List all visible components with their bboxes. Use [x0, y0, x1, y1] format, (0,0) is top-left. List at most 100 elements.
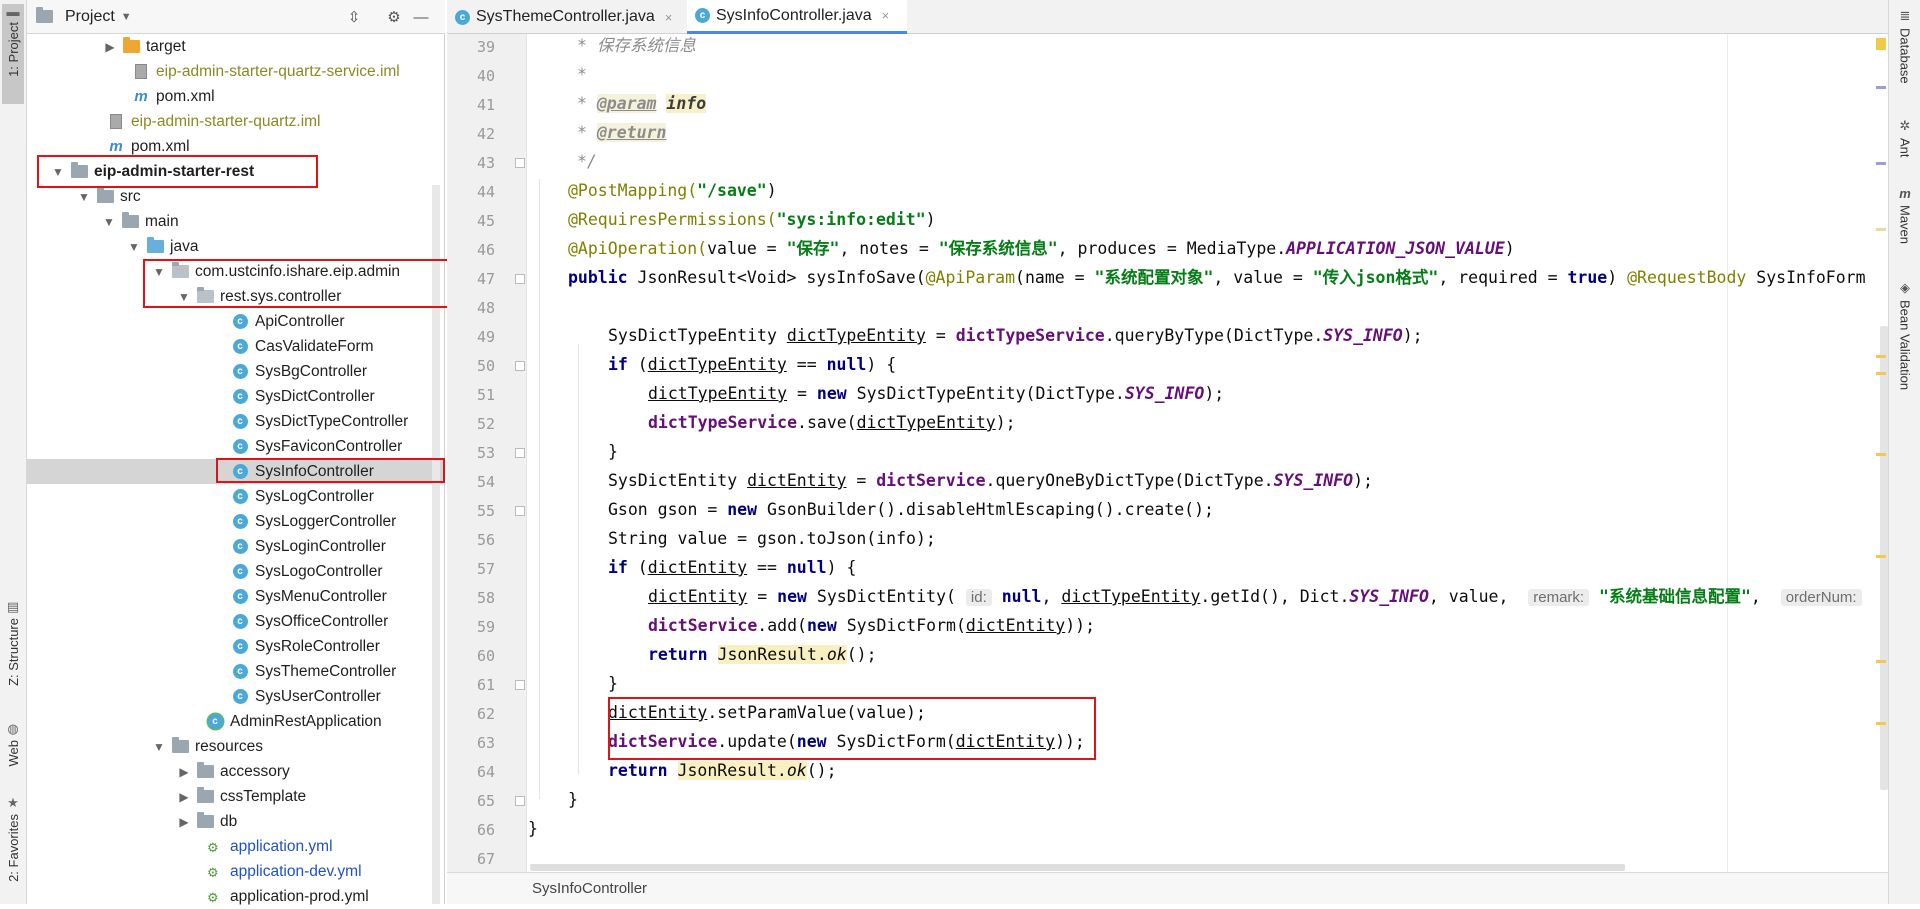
parameter-hint: orderNum:: [1780, 589, 1862, 606]
chevron-right-icon[interactable]: ▶: [102, 40, 118, 54]
code-editor[interactable]: 39 40 41 42 43 44 45 46 47 48 49 50 51 5…: [447, 34, 1888, 872]
collapse-all-icon[interactable]: ⇳: [345, 8, 363, 26]
code-line: return JsonResult.ok();: [608, 761, 837, 780]
tree-item-class[interactable]: c SysMenuController: [27, 584, 445, 609]
project-folder-icon: [35, 7, 53, 25]
tree-item-class[interactable]: c SysRoleController: [27, 634, 445, 659]
chevron-right-icon[interactable]: ▶: [176, 815, 192, 829]
tree-item-class[interactable]: c SysLogoController: [27, 559, 445, 584]
tree-item-quartz-iml[interactable]: eip-admin-starter-quartz.iml: [27, 109, 445, 134]
chevron-down-icon[interactable]: ▼: [126, 240, 142, 254]
tree-item-folder[interactable]: ▶ cssTemplate: [27, 784, 445, 809]
tree-scrollbar[interactable]: [432, 185, 440, 904]
tab-sys-theme-controller[interactable]: c SysThemeController.java ×: [447, 0, 685, 34]
fold-marker[interactable]: [515, 158, 525, 168]
chevron-down-icon[interactable]: ▼: [176, 290, 192, 304]
line-number: 63: [476, 734, 495, 752]
tree-item-folder[interactable]: ▶ db: [27, 809, 445, 834]
tree-item-class[interactable]: c SysLoginController: [27, 534, 445, 559]
error-stripe-mark[interactable]: [1876, 86, 1886, 89]
package-icon: [171, 262, 189, 280]
error-stripe-mark[interactable]: [1876, 722, 1886, 725]
error-stripe-mark[interactable]: [1876, 453, 1886, 456]
tree-item-java[interactable]: ▼ java: [27, 234, 445, 259]
tree-item-class[interactable]: c ApiController: [27, 309, 445, 334]
tree-item-quartz-service-iml[interactable]: eip-admin-starter-quartz-service.iml: [27, 59, 445, 84]
chevron-right-icon[interactable]: ▶: [176, 765, 192, 779]
tree-item-yml[interactable]: ⚙ application.yml: [27, 834, 445, 859]
editor-vertical-scrollbar[interactable]: [1880, 326, 1888, 790]
editor-horizontal-scrollbar[interactable]: [530, 864, 1625, 871]
fold-marker[interactable]: [515, 361, 525, 371]
left-tool-strip: ▬ 1: Project ▤ Z: Structure ◍ Web ★ 2: F…: [0, 0, 27, 904]
tree-item-main[interactable]: ▼ main: [27, 209, 445, 234]
line-number: 44: [476, 183, 495, 201]
right-tool-strip: ≣ Database ✲ Ant m Maven ◈ Bean Validati…: [1888, 0, 1920, 904]
error-stripe-mark[interactable]: [1876, 228, 1886, 231]
chevron-down-icon[interactable]: ▼: [121, 11, 132, 23]
chevron-down-icon[interactable]: ▼: [151, 740, 167, 754]
chevron-down-icon[interactable]: ▼: [151, 265, 167, 279]
tab-database-tool[interactable]: ≣ Database: [1893, 8, 1917, 84]
tree-item-target[interactable]: ▶ target: [27, 34, 445, 59]
tree-item-class[interactable]: c SysThemeController: [27, 659, 445, 684]
fold-marker[interactable]: [515, 796, 525, 806]
error-stripe-mark[interactable]: [1876, 660, 1886, 663]
error-stripe-mark[interactable]: [1876, 162, 1886, 165]
line-number: 57: [476, 560, 495, 578]
tree-item-class[interactable]: c SysDictController: [27, 384, 445, 409]
tree-item-yml[interactable]: ⚙ application-dev.yml: [27, 859, 445, 884]
source-folder-icon: [146, 237, 164, 255]
tree-item-pom-xml[interactable]: m pom.xml: [27, 134, 445, 159]
tab-bean-validation-tool[interactable]: ◈ Bean Validation: [1893, 280, 1917, 390]
tab-ant-tool[interactable]: ✲ Ant: [1893, 118, 1917, 158]
fold-marker[interactable]: [515, 448, 525, 458]
tree-item-starter-rest[interactable]: ▼ eip-admin-starter-rest: [27, 159, 445, 184]
close-icon[interactable]: ×: [882, 8, 890, 23]
project-view-selector[interactable]: Project: [65, 8, 115, 26]
fold-marker[interactable]: [515, 274, 525, 284]
hide-panel-icon[interactable]: —: [412, 8, 430, 26]
tab-structure-tool[interactable]: ▤ Z: Structure: [2, 599, 24, 700]
tree-item-class[interactable]: c SysBgController: [27, 359, 445, 384]
chevron-down-icon[interactable]: ▼: [101, 215, 117, 229]
fold-marker[interactable]: [515, 680, 525, 690]
tab-favorites-tool[interactable]: ★ 2: Favorites: [2, 795, 24, 900]
error-stripe-mark[interactable]: [1876, 555, 1886, 558]
breadcrumb[interactable]: SysInfoController: [532, 880, 647, 897]
close-icon[interactable]: ×: [665, 10, 673, 25]
tree-item-src[interactable]: ▼ src: [27, 184, 445, 209]
error-stripe-mark[interactable]: [1876, 355, 1886, 358]
warning-marker[interactable]: [1876, 38, 1886, 50]
tree-item-class[interactable]: c SysUserController: [27, 684, 445, 709]
tree-item-class[interactable]: c SysLoggerController: [27, 509, 445, 534]
line-number: 52: [476, 415, 495, 433]
tree-item-class[interactable]: c SysOfficeController: [27, 609, 445, 634]
gear-icon[interactable]: ⚙: [385, 8, 403, 26]
tree-item-package-controller[interactable]: ▼ rest.sys.controller: [27, 284, 445, 309]
tab-sys-info-controller[interactable]: c SysInfoController.java ×: [687, 0, 907, 34]
tree-item-app-class[interactable]: c AdminRestApplication: [27, 709, 445, 734]
tree-item-class[interactable]: c SysFaviconController: [27, 434, 445, 459]
tab-web-tool[interactable]: ◍ Web: [2, 721, 24, 782]
chevron-right-icon[interactable]: ▶: [176, 790, 192, 804]
tab-maven-tool[interactable]: m Maven: [1893, 186, 1917, 244]
parameter-hint: id:: [965, 589, 992, 606]
tree-item-yml[interactable]: ⚙ application-prod.yml: [27, 884, 445, 909]
line-number: 51: [476, 386, 495, 404]
tree-item-class[interactable]: c SysLogController: [27, 484, 445, 509]
tree-item-folder[interactable]: ▶ accessory: [27, 759, 445, 784]
tree-item-resources[interactable]: ▼ resources: [27, 734, 445, 759]
line-number: 43: [476, 154, 495, 172]
tree-item-class[interactable]: c SysDictTypeController: [27, 409, 445, 434]
error-stripe-mark[interactable]: [1876, 372, 1886, 375]
tree-item-pom-xml[interactable]: m pom.xml: [27, 84, 445, 109]
tree-item-class[interactable]: c CasValidateForm: [27, 334, 445, 359]
tree-item-class-selected[interactable]: c SysInfoController: [27, 459, 445, 484]
chevron-down-icon[interactable]: ▼: [50, 165, 66, 179]
fold-marker[interactable]: [515, 506, 525, 516]
chevron-down-icon[interactable]: ▼: [76, 190, 92, 204]
tree-item-package-admin[interactable]: ▼ com.ustcinfo.ishare.eip.admin: [27, 259, 445, 284]
tab-project-tool[interactable]: ▬ 1: Project: [2, 4, 24, 104]
line-number: 49: [476, 328, 495, 346]
